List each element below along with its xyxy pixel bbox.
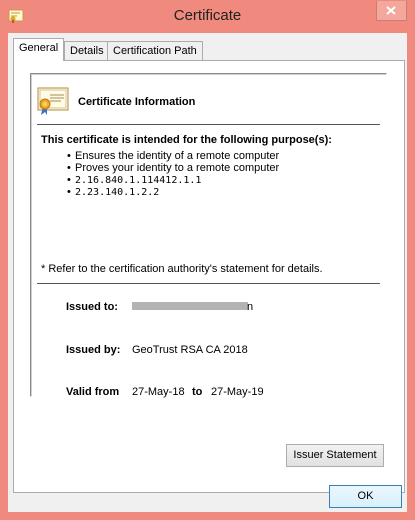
issued-to-label: Issued to: [66, 301, 118, 313]
list-item: • Proves your identity to a remote comput… [67, 162, 280, 174]
issued-to-redacted [132, 302, 248, 310]
list-item: • 2.23.140.1.2.2 [67, 186, 160, 198]
purpose-heading: This certificate is intended for the fol… [41, 134, 332, 146]
list-item: • 2.16.840.1.114412.1.1 [67, 174, 202, 186]
certificate-icon [37, 87, 69, 115]
divider-top [37, 124, 380, 125]
issued-by-value: GeoTrust RSA CA 2018 [132, 344, 248, 356]
ok-button[interactable]: OK [329, 485, 402, 508]
issued-by-label: Issued by: [66, 344, 121, 356]
dialog-client-area: General Details Certification Path Certi… [8, 33, 407, 512]
purpose-list: • Ensures the identity of a remote comput… [67, 150, 279, 198]
tab-certification-path[interactable]: Certification Path [107, 41, 203, 61]
tab-details[interactable]: Details [64, 41, 110, 61]
authority-note: * Refer to the certification authority's… [41, 263, 323, 275]
issued-to-value: n [247, 301, 254, 313]
valid-from-label: Valid from [66, 386, 120, 398]
issuer-statement-button[interactable]: Issuer Statement [286, 444, 384, 467]
certificate-info-heading: Certificate Information [78, 96, 196, 108]
divider-bottom [37, 283, 380, 284]
title-bar[interactable]: Certificate [0, 0, 415, 33]
close-icon [386, 6, 396, 15]
valid-from-value: 27-May-18 [132, 386, 185, 398]
tab-panel-general: Certificate Information This certificate… [13, 60, 405, 493]
certificate-info-box: Certificate Information This certificate… [30, 73, 387, 398]
valid-to-label: to [192, 386, 203, 398]
list-item: • Ensures the identity of a remote comput… [67, 150, 280, 162]
valid-to-value: 27-May-19 [211, 386, 264, 398]
close-button[interactable] [376, 1, 407, 21]
tab-general[interactable]: General [13, 38, 65, 61]
window-title: Certificate [173, 7, 242, 24]
